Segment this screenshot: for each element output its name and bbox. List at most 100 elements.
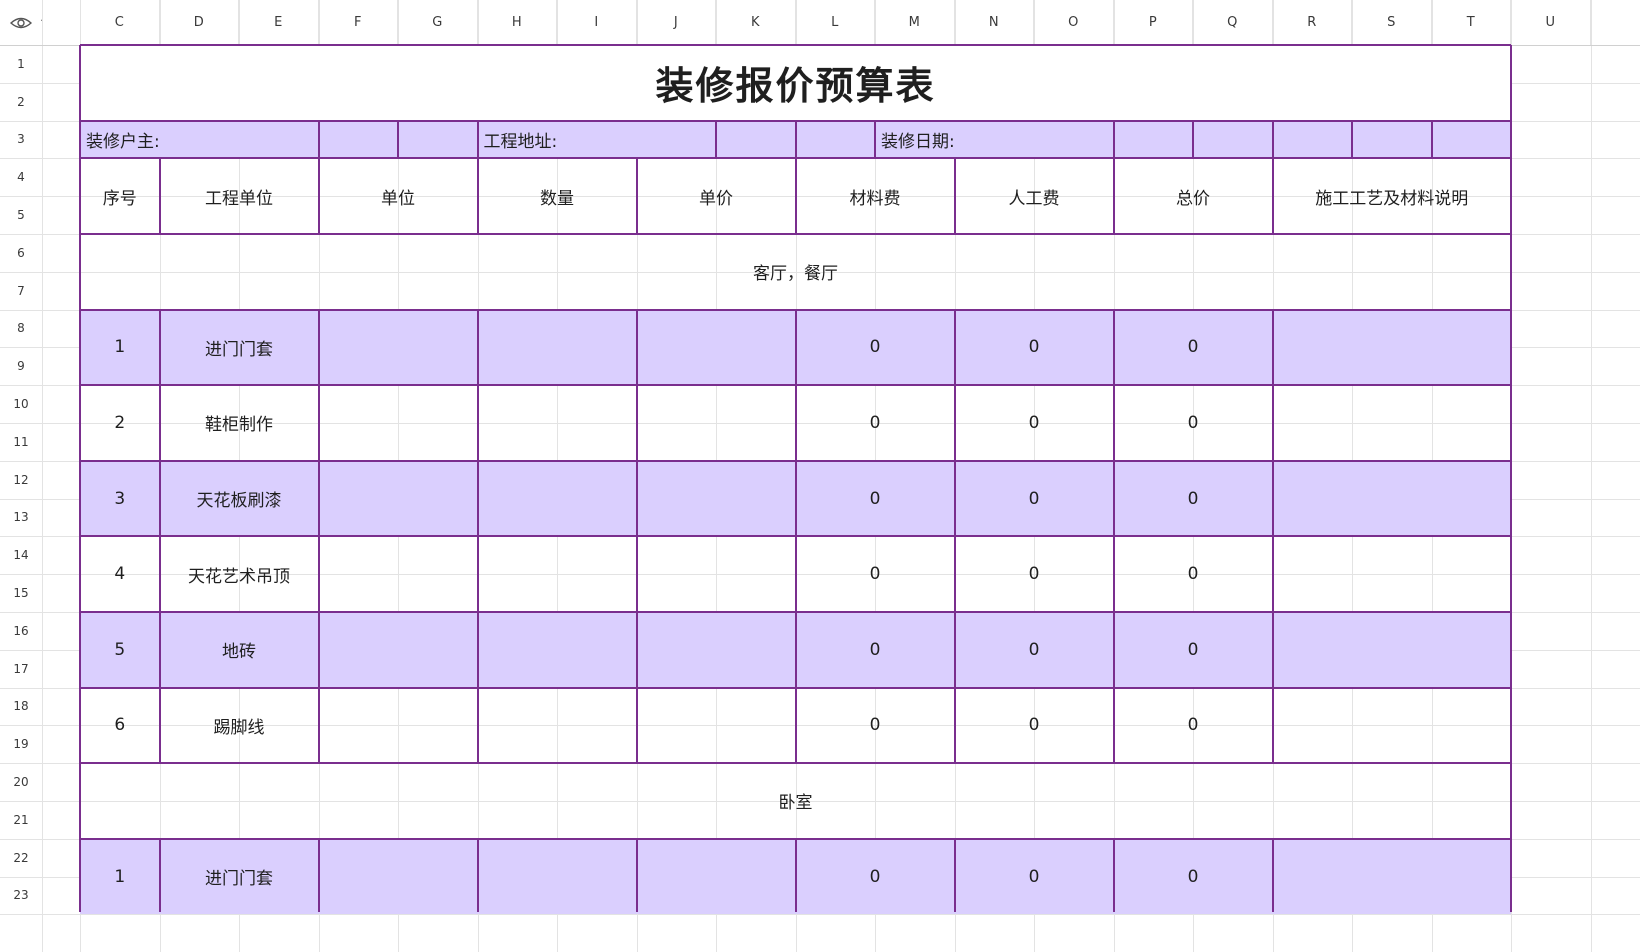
quantity-cell[interactable] [477,460,637,537]
column-header[interactable]: L [796,0,875,45]
section-title[interactable]: 客厅，餐厅 [80,234,1511,310]
row-header[interactable]: 13 [0,499,42,537]
table-header-cell[interactable]: 施工工艺及材料说明 [1273,158,1512,234]
row-header[interactable]: 6 [0,234,42,272]
unit-price-cell[interactable] [637,688,796,764]
column-header[interactable]: T [1432,0,1511,45]
row-header[interactable]: 17 [0,650,42,688]
quantity-cell[interactable] [478,385,637,461]
unit-price-cell[interactable] [636,460,796,537]
total-price[interactable]: 0 [1113,460,1273,537]
labor-cost[interactable]: 0 [955,385,1114,461]
labor-cost[interactable]: 0 [955,688,1114,764]
total-price[interactable]: 0 [1113,838,1273,915]
table-header-cell[interactable]: 数量 [478,158,637,234]
unit-price-cell[interactable] [636,612,796,688]
material-cost[interactable]: 0 [796,536,955,612]
unit-price-cell[interactable] [637,385,796,461]
owner-value-cell[interactable] [318,120,398,159]
section-title[interactable]: 卧室 [80,763,1511,839]
unit-price-cell[interactable] [636,309,796,386]
quantity-cell[interactable] [478,536,637,612]
column-header[interactable]: H [478,0,557,45]
total-price[interactable]: 0 [1113,309,1273,386]
row-header[interactable]: 14 [0,536,42,574]
item-name[interactable]: 进门门套 [159,309,319,386]
column-header[interactable]: D [160,0,239,45]
material-cost[interactable]: 0 [795,309,955,386]
unit-price-cell[interactable] [637,536,796,612]
item-number[interactable]: 6 [80,688,160,764]
item-name[interactable]: 天花艺术吊顶 [160,536,319,612]
unit-price-cell[interactable] [636,838,796,915]
process-description-cell[interactable] [1272,838,1511,915]
column-header[interactable]: E [239,0,319,45]
item-number[interactable]: 3 [80,460,160,537]
item-name[interactable]: 天花板刷漆 [159,460,319,537]
item-name[interactable]: 进门门套 [159,838,319,915]
row-header[interactable]: 1 [0,45,42,83]
column-header[interactable]: U [1511,0,1591,45]
item-number[interactable]: 4 [80,536,160,612]
eye-icon[interactable] [10,14,32,32]
row-header[interactable]: 4 [0,158,42,196]
material-cost[interactable]: 0 [795,460,955,537]
quantity-cell[interactable] [477,838,637,915]
column-header[interactable]: F [319,0,398,45]
column-header[interactable]: C [80,0,160,45]
row-header[interactable]: 2 [0,83,42,121]
table-header-cell[interactable]: 材料费 [796,158,955,234]
title-cell[interactable]: 装修报价预算表 [80,45,1511,121]
material-cost[interactable]: 0 [796,688,955,764]
row-header[interactable]: 22 [0,839,42,877]
row-header[interactable]: 23 [0,877,42,915]
column-header[interactable]: O [1034,0,1114,45]
total-price[interactable]: 0 [1113,612,1273,688]
item-number[interactable]: 1 [80,309,160,386]
table-header-cell[interactable]: 单价 [637,158,796,234]
row-header[interactable]: 10 [0,385,42,423]
owner-label[interactable]: 装修户主: [80,120,319,159]
material-cost[interactable]: 0 [796,385,955,461]
row-header[interactable]: 20 [0,763,42,801]
process-description-cell[interactable] [1272,309,1511,386]
address-label[interactable]: 工程地址: [477,120,716,159]
table-header-cell[interactable]: 工程单位 [160,158,319,234]
quantity-cell[interactable] [477,309,637,386]
column-header[interactable]: I [557,0,637,45]
process-description-cell[interactable] [1272,460,1511,537]
table-header-cell[interactable]: 总价 [1114,158,1273,234]
labor-cost[interactable]: 0 [954,838,1114,915]
column-header[interactable]: J [637,0,716,45]
unit-cell[interactable] [318,460,478,537]
row-header[interactable]: 12 [0,461,42,499]
unit-cell[interactable] [318,309,478,386]
item-number[interactable]: 1 [80,838,160,915]
material-cost[interactable]: 0 [795,838,955,915]
date-label[interactable]: 装修日期: [875,120,1114,159]
table-header-cell[interactable]: 单位 [319,158,478,234]
unit-cell[interactable] [319,536,478,612]
column-header[interactable]: R [1273,0,1352,45]
unit-cell[interactable] [318,612,478,688]
row-header[interactable]: 9 [0,347,42,385]
process-description-cell[interactable] [1273,385,1512,461]
column-header[interactable]: Q [1193,0,1273,45]
unit-cell[interactable] [318,838,478,915]
labor-cost[interactable]: 0 [954,612,1114,688]
spreadsheet[interactable]: · CDEFGHIJKLMNOPQRSTU1234567891011121314… [0,0,1640,952]
column-header[interactable]: S [1352,0,1432,45]
owner-value-cell[interactable] [398,120,478,159]
labor-cost[interactable]: 0 [954,460,1114,537]
item-name[interactable]: 鞋柜制作 [160,385,319,461]
row-header[interactable]: 5 [0,196,42,234]
table-header-cell[interactable]: 序号 [80,158,160,234]
total-price[interactable]: 0 [1114,536,1273,612]
item-number[interactable]: 5 [80,612,160,688]
date-value-cell[interactable] [1431,120,1511,159]
total-price[interactable]: 0 [1114,688,1273,764]
column-header[interactable]: K [716,0,796,45]
column-header[interactable]: P [1114,0,1193,45]
column-header[interactable]: M [875,0,955,45]
row-header[interactable]: 19 [0,725,42,763]
